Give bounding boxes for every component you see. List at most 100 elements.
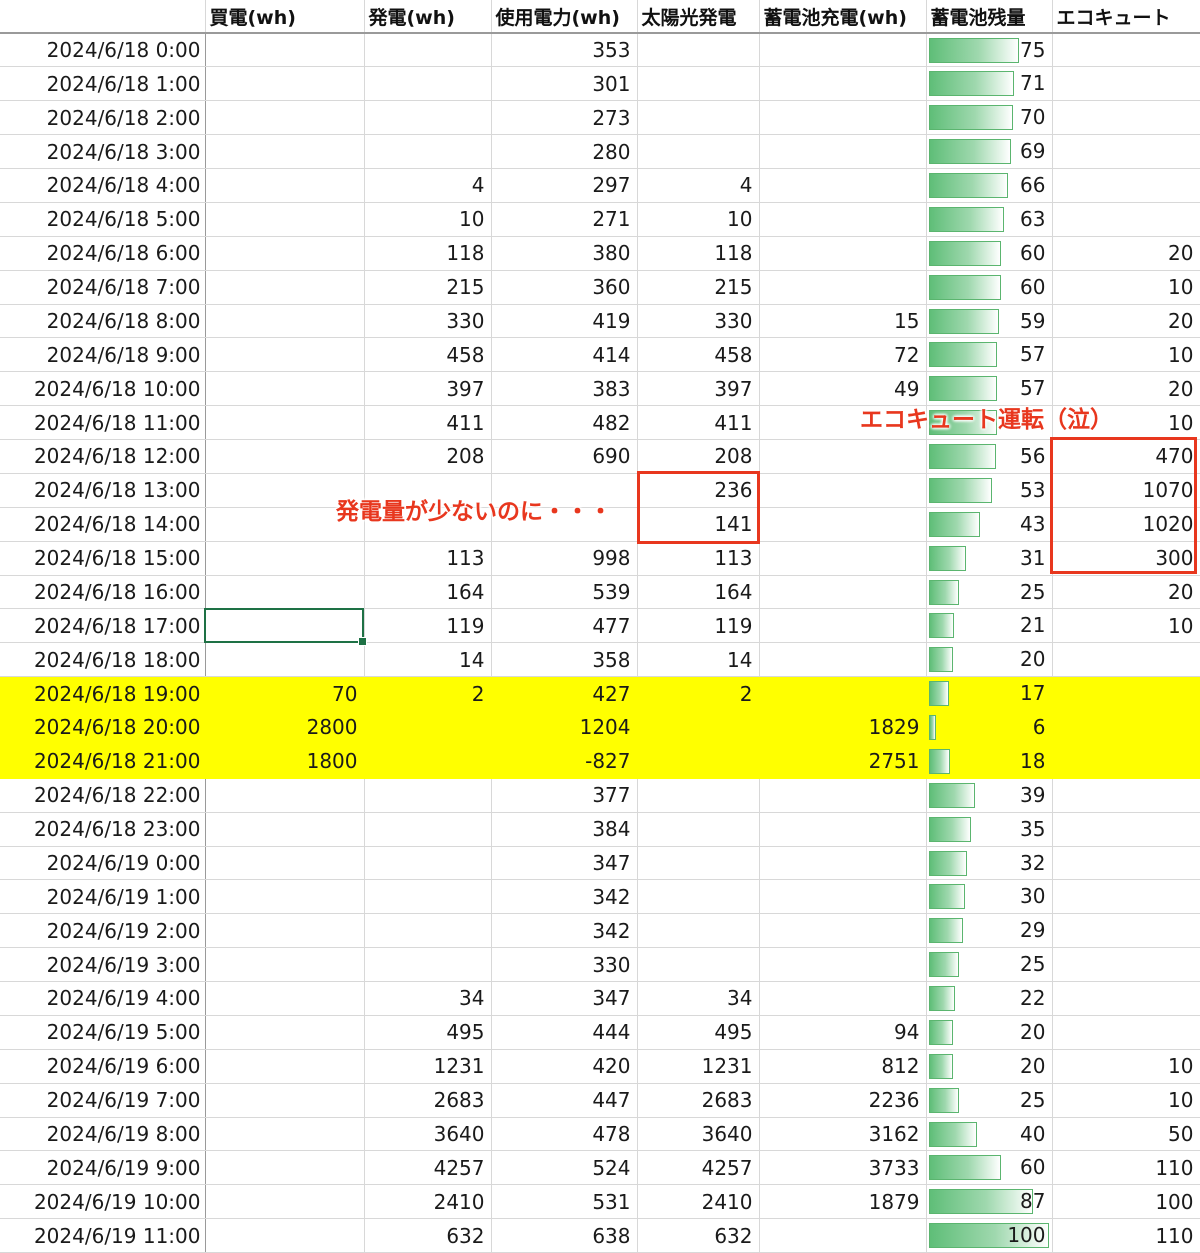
cell-datetime[interactable]: 2024/6/18 3:00 [0, 134, 206, 169]
cell-solar[interactable] [637, 100, 760, 136]
cell-datetime[interactable]: 2024/6/18 9:00 [0, 337, 206, 373]
cell-ecocute[interactable]: 10 [1052, 337, 1200, 373]
cell-generation[interactable]: 215 [364, 270, 492, 305]
cell-purchased-power[interactable] [205, 879, 365, 915]
cell-datetime[interactable]: 2024/6/19 0:00 [0, 846, 206, 881]
cell-datetime[interactable]: 2024/6/18 13:00 [0, 473, 206, 508]
cell-consumption[interactable]: 280 [491, 134, 638, 169]
cell-solar[interactable] [637, 33, 760, 68]
cell-ecocute[interactable] [1052, 1015, 1200, 1050]
cell-solar[interactable] [637, 947, 760, 982]
cell-consumption[interactable]: 419 [491, 304, 638, 339]
cell-datetime[interactable]: 2024/6/18 8:00 [0, 304, 206, 339]
cell-consumption[interactable]: 477 [491, 608, 638, 644]
cell-battery-level[interactable]: 71 [926, 66, 1053, 102]
cell-datetime[interactable]: 2024/6/19 10:00 [0, 1184, 206, 1220]
cell-purchased-power[interactable] [205, 66, 365, 102]
cell-solar[interactable]: 14 [637, 642, 760, 678]
cell-battery-charge[interactable]: 3733 [759, 1150, 927, 1186]
cell-battery-level[interactable]: 53 [926, 473, 1053, 508]
cell-solar[interactable]: 411 [637, 405, 760, 440]
cell-battery-charge[interactable]: 3162 [759, 1117, 927, 1152]
cell-battery-level[interactable]: 31 [926, 541, 1053, 576]
header-cell-solar[interactable]: 太陽光発電 [637, 0, 760, 34]
cell-generation[interactable]: 2410 [364, 1184, 492, 1220]
cell-generation[interactable] [364, 710, 492, 745]
cell-generation[interactable]: 34 [364, 981, 492, 1016]
cell-ecocute[interactable]: 110 [1052, 1218, 1200, 1253]
cell-battery-charge[interactable] [759, 100, 927, 136]
cell-battery-charge[interactable] [759, 642, 927, 678]
cell-generation[interactable] [364, 66, 492, 102]
cell-ecocute[interactable]: 10 [1052, 1049, 1200, 1084]
cell-datetime[interactable]: 2024/6/19 5:00 [0, 1015, 206, 1050]
cell-datetime[interactable]: 2024/6/19 8:00 [0, 1117, 206, 1152]
cell-consumption[interactable]: 384 [491, 812, 638, 847]
cell-generation[interactable] [364, 134, 492, 169]
cell-consumption[interactable]: 271 [491, 202, 638, 237]
cell-ecocute[interactable] [1052, 846, 1200, 881]
cell-purchased-power[interactable] [205, 846, 365, 881]
cell-ecocute[interactable] [1052, 947, 1200, 982]
cell-datetime[interactable]: 2024/6/18 10:00 [0, 371, 206, 407]
cell-battery-charge[interactable]: 15 [759, 304, 927, 339]
cell-ecocute[interactable] [1052, 981, 1200, 1016]
cell-purchased-power[interactable] [205, 913, 365, 949]
cell-ecocute[interactable]: 110 [1052, 1150, 1200, 1186]
cell-solar[interactable]: 4257 [637, 1150, 760, 1186]
cell-ecocute[interactable] [1052, 100, 1200, 136]
cell-solar[interactable]: 2410 [637, 1184, 760, 1220]
cell-datetime[interactable]: 2024/6/19 3:00 [0, 947, 206, 982]
cell-purchased-power[interactable] [205, 947, 365, 982]
cell-datetime[interactable]: 2024/6/18 19:00 [0, 676, 206, 711]
cell-consumption[interactable]: 358 [491, 642, 638, 678]
cell-generation[interactable] [364, 33, 492, 68]
cell-battery-level[interactable]: 100 [926, 1218, 1053, 1253]
cell-battery-charge[interactable] [759, 575, 927, 610]
cell-generation[interactable]: 3640 [364, 1117, 492, 1152]
cell-datetime[interactable]: 2024/6/19 2:00 [0, 913, 206, 949]
cell-datetime[interactable]: 2024/6/18 4:00 [0, 168, 206, 203]
cell-battery-charge[interactable]: 2236 [759, 1083, 927, 1118]
cell-consumption[interactable]: 301 [491, 66, 638, 102]
cell-solar[interactable] [637, 710, 760, 745]
cell-datetime[interactable]: 2024/6/18 5:00 [0, 202, 206, 237]
cell-battery-charge[interactable]: 2751 [759, 744, 927, 779]
cell-purchased-power[interactable] [205, 100, 365, 136]
cell-purchased-power[interactable] [205, 236, 365, 271]
cell-ecocute[interactable] [1052, 778, 1200, 813]
cell-purchased-power[interactable] [205, 134, 365, 169]
cell-purchased-power[interactable] [205, 575, 365, 610]
cell-battery-charge[interactable]: 1829 [759, 710, 927, 745]
cell-solar[interactable]: 2 [637, 676, 760, 711]
cell-battery-charge[interactable] [759, 676, 927, 711]
cell-battery-charge[interactable] [759, 439, 927, 474]
cell-consumption[interactable]: 342 [491, 879, 638, 915]
cell-ecocute[interactable] [1052, 913, 1200, 949]
cell-battery-level[interactable]: 20 [926, 1015, 1053, 1050]
cell-datetime[interactable]: 2024/6/18 11:00 [0, 405, 206, 440]
cell-generation[interactable]: 330 [364, 304, 492, 339]
cell-generation[interactable]: 4257 [364, 1150, 492, 1186]
cell-generation[interactable] [364, 744, 492, 779]
cell-ecocute[interactable] [1052, 66, 1200, 102]
cell-solar[interactable] [637, 134, 760, 169]
cell-battery-level[interactable]: 22 [926, 981, 1053, 1016]
selected-cell[interactable] [204, 608, 367, 646]
cell-battery-charge[interactable] [759, 270, 927, 305]
cell-consumption[interactable]: 427 [491, 676, 638, 711]
cell-datetime[interactable]: 2024/6/18 6:00 [0, 236, 206, 271]
cell-battery-level[interactable]: 20 [926, 642, 1053, 678]
cell-solar[interactable]: 495 [637, 1015, 760, 1050]
cell-purchased-power[interactable] [205, 202, 365, 237]
cell-battery-level[interactable]: 30 [926, 879, 1053, 915]
cell-generation[interactable]: 164 [364, 575, 492, 610]
cell-ecocute[interactable]: 10 [1052, 270, 1200, 305]
header-cell-battery-level[interactable]: 蓄電池残量 [926, 0, 1053, 34]
cell-solar[interactable] [637, 744, 760, 779]
cell-datetime[interactable]: 2024/6/18 0:00 [0, 33, 206, 68]
cell-ecocute[interactable]: 20 [1052, 236, 1200, 271]
cell-battery-level[interactable]: 25 [926, 1083, 1053, 1118]
cell-generation[interactable]: 397 [364, 371, 492, 407]
cell-datetime[interactable]: 2024/6/19 1:00 [0, 879, 206, 915]
